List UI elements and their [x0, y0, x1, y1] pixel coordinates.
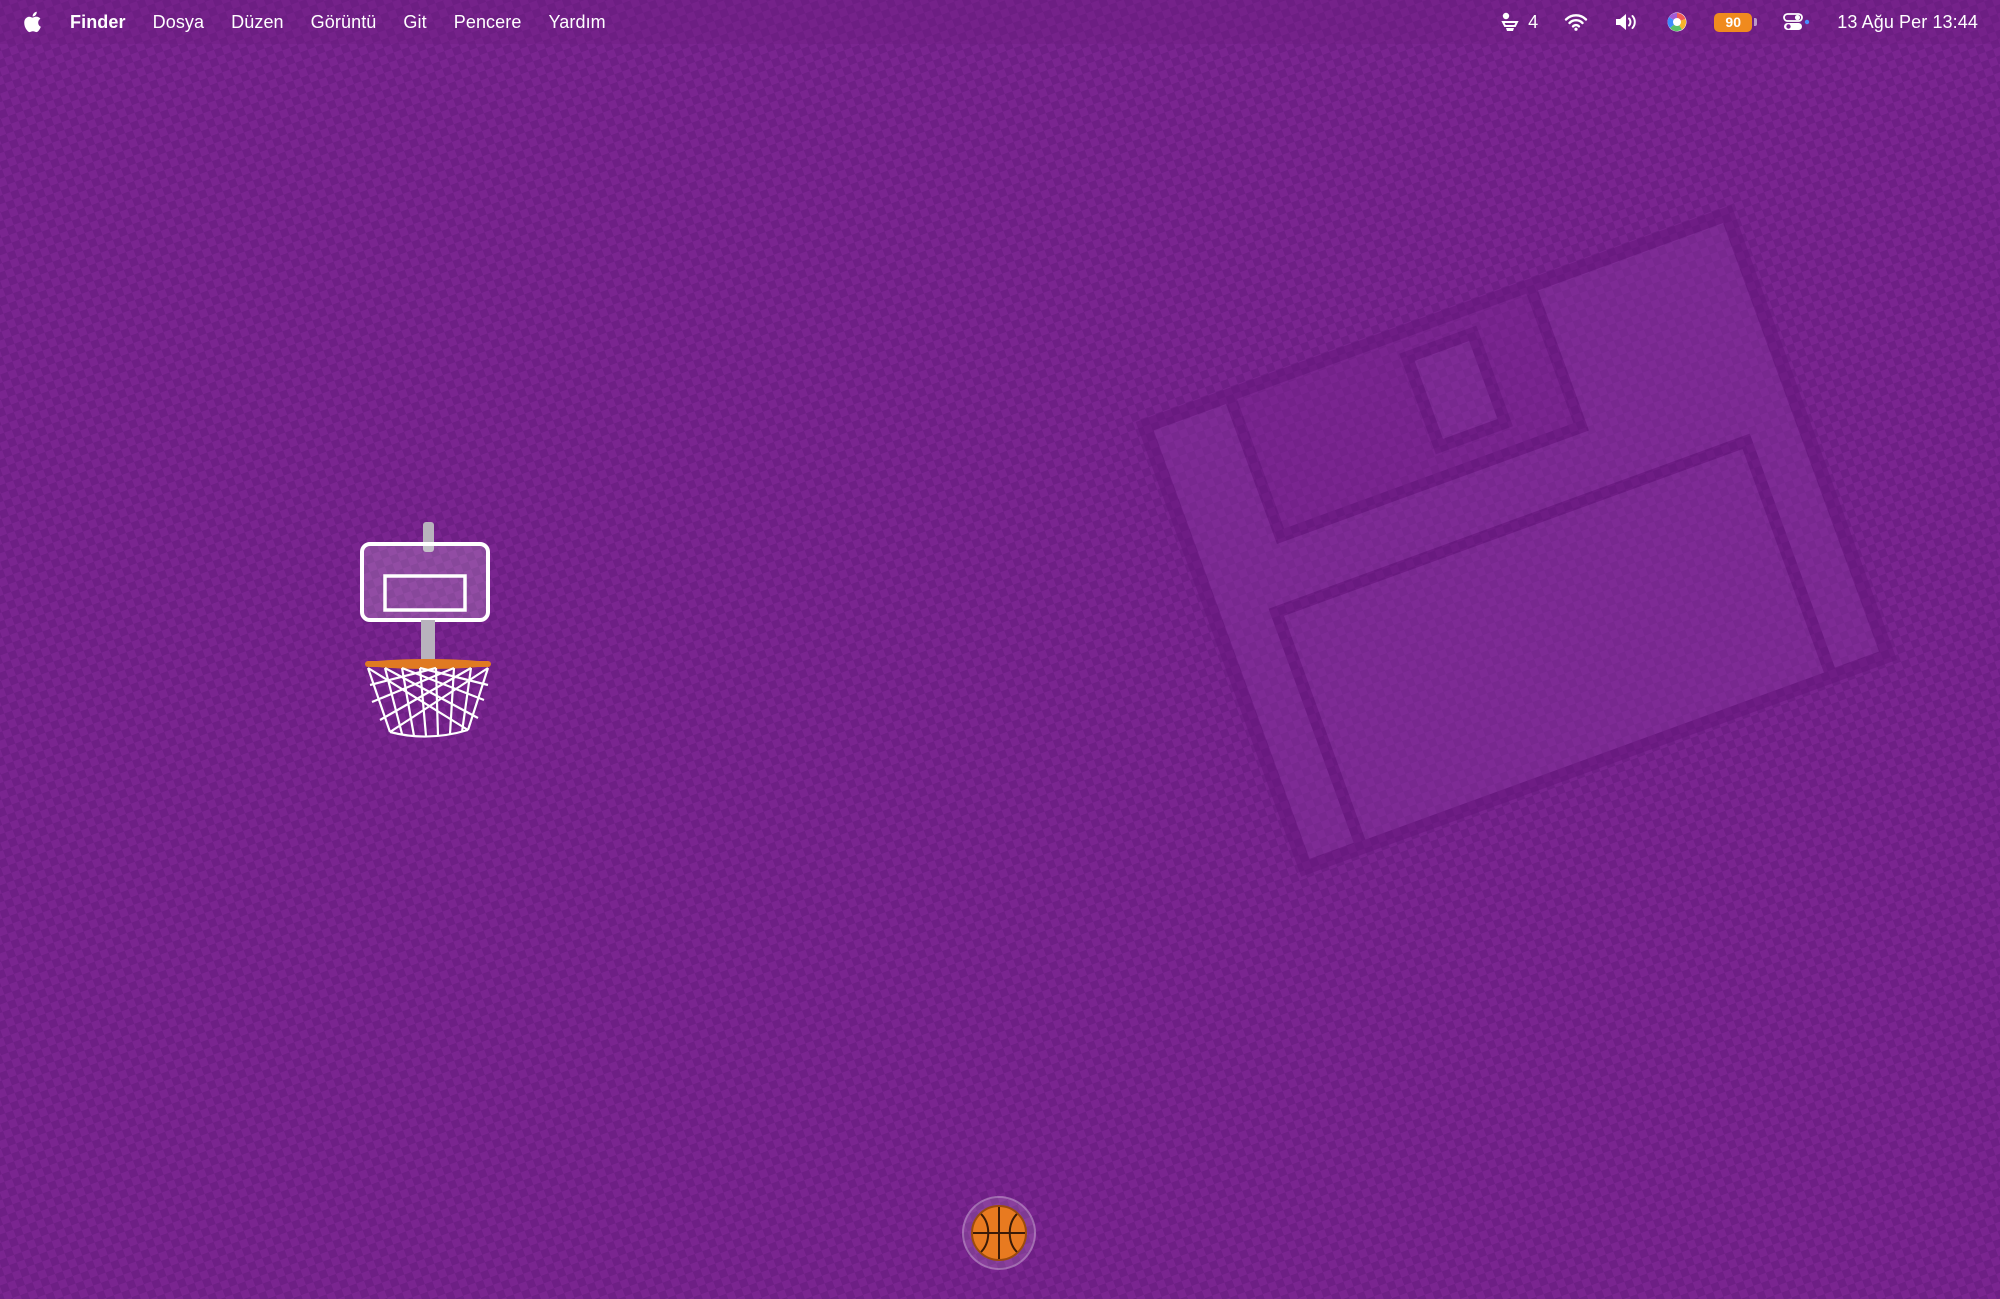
menu-bar-clock[interactable]: 13 Ağu Per 13:44 — [1837, 12, 1978, 33]
menu-bar: Finder Dosya Düzen Görüntü Git Pencere Y… — [0, 0, 2000, 44]
basketball-button[interactable] — [962, 1196, 1036, 1270]
wifi-icon — [1565, 14, 1588, 31]
menu-bar-left: Finder Dosya Düzen Görüntü Git Pencere Y… — [0, 0, 633, 44]
menu-bar-status: 4 90 13 Ağu Per 13:44 — [1474, 0, 1978, 44]
notification-status[interactable]: 4 — [1500, 11, 1538, 33]
wifi-status[interactable] — [1564, 13, 1588, 31]
color-picker-status[interactable] — [1666, 11, 1688, 33]
notification-icon — [1501, 12, 1519, 31]
menu-yardim[interactable]: Yardım — [548, 12, 605, 33]
battery-icon: 90 — [1714, 12, 1753, 32]
volume-status[interactable] — [1614, 12, 1640, 32]
menu-git[interactable]: Git — [403, 12, 426, 33]
menu-goruntu[interactable]: Görüntü — [311, 12, 377, 33]
control-center-icon — [1783, 13, 1810, 30]
battery-percentage: 90 — [1725, 14, 1742, 30]
color-wheel-icon — [1667, 12, 1687, 32]
basketball-icon — [971, 1205, 1027, 1261]
battery-status[interactable]: 90 — [1714, 12, 1758, 32]
menu-app-name[interactable]: Finder — [70, 12, 126, 33]
apple-icon[interactable] — [24, 9, 46, 35]
menu-duzen[interactable]: Düzen — [231, 12, 284, 33]
menu-pencere[interactable]: Pencere — [454, 12, 522, 33]
control-center-status[interactable] — [1783, 12, 1811, 32]
basketball-hoop-icon[interactable] — [350, 520, 510, 750]
battery-cap — [1754, 18, 1758, 26]
volume-icon — [1616, 14, 1637, 30]
menu-dosya[interactable]: Dosya — [153, 12, 205, 33]
notification-count: 4 — [1528, 11, 1539, 32]
desktop-wallpaper — [0, 0, 2000, 1299]
desktop — [0, 0, 2000, 1299]
